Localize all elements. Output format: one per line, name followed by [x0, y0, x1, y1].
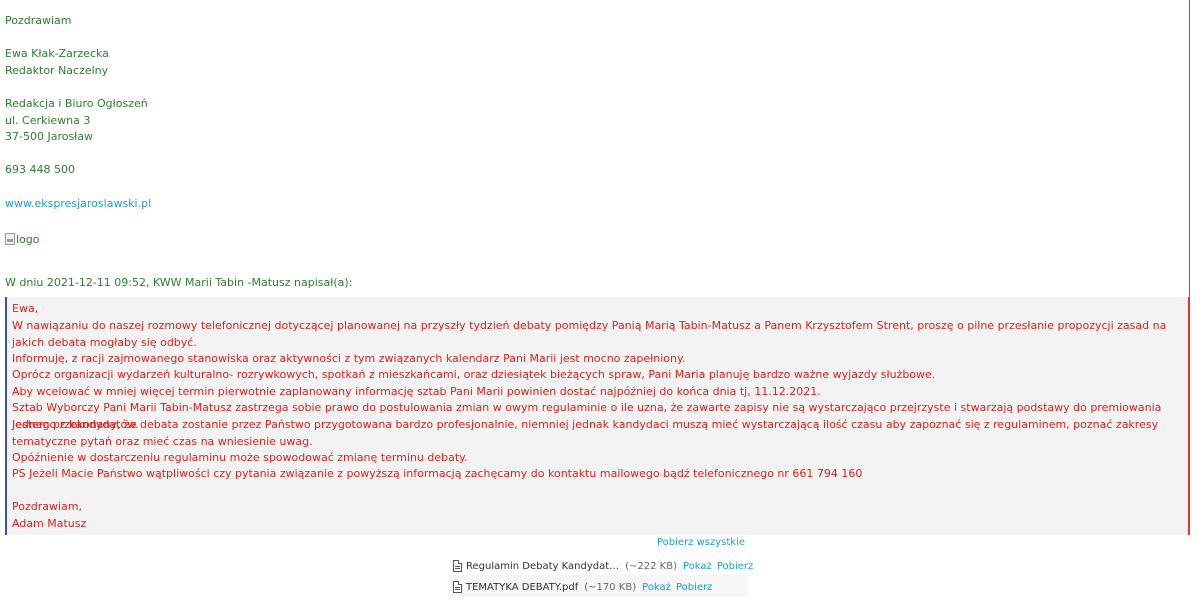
signature-office: Redakcja i Biuro Ogłoszeń: [5, 97, 148, 110]
attachment-preview-link[interactable]: Pokaż: [683, 561, 712, 572]
signature-position: Redaktor Naczelny: [5, 64, 109, 77]
quote-line: Adam Matusz: [12, 517, 87, 530]
quote-line: Oprócz organizacji wydarzeń kulturalno- …: [12, 368, 936, 381]
quote-line: Ewa,: [12, 302, 39, 315]
quote-line: Pozdrawiam,: [12, 500, 82, 513]
quoted-message: Ewa, W nawiązaniu do naszej rozmowy tele…: [5, 297, 1189, 535]
attachment-item: Regulamin Debaty Kandydat… (~222 KB) Pok…: [450, 556, 753, 576]
logo-alt-text: logo: [16, 232, 40, 246]
attachment-preview-link[interactable]: Pokaż: [642, 582, 671, 593]
message-body: Pozdrawiam Ewa Kłak-Zarzecka Redaktor Na…: [0, 0, 1190, 535]
attachment-name[interactable]: TEMATYKA DEBATY.pdf: [466, 582, 578, 593]
signature-website-link[interactable]: www.ekspresjaroslawski.pl: [5, 197, 151, 211]
signature-street: ul. Cerkiewna 3: [5, 114, 91, 127]
mail-viewer: Pozdrawiam Ewa Kłak-Zarzecka Redaktor Na…: [0, 0, 1200, 612]
quote-line: W nawiązaniu do naszej rozmowy telefonic…: [12, 319, 1167, 349]
quote-line: Opóźnienie w dostarczeniu regulaminu moż…: [12, 451, 468, 464]
signature-phone: 693 448 500: [5, 163, 75, 176]
quote-line: Informuję, z racji zajmowanego stanowisk…: [12, 352, 686, 365]
quote-line: Jestem przekonany, że debata zostanie pr…: [12, 418, 1159, 448]
download-all-link[interactable]: Pobierz wszystkie: [657, 536, 745, 549]
file-icon: [453, 581, 462, 593]
attachment-download-link[interactable]: Pobierz: [676, 582, 712, 593]
broken-image-icon: [5, 233, 15, 245]
attachment-item: TEMATYKA DEBATY.pdf (~170 KB) Pokaż Pobi…: [450, 577, 712, 597]
signature-closing: Pozdrawiam: [5, 14, 72, 27]
attachment-download-link[interactable]: Pobierz: [717, 561, 753, 572]
quote-line: Aby wcelować w mniej więcej termin pierw…: [12, 385, 821, 398]
logo-image: logo: [5, 232, 40, 246]
signature-name: Ewa Kłak-Zarzecka: [5, 47, 109, 60]
attachment-name[interactable]: Regulamin Debaty Kandydat…: [466, 561, 619, 572]
quote-line: PS Jeżeli Macie Państwo wątpliwości czy …: [12, 467, 863, 480]
attachment-size: (~170 KB): [584, 581, 637, 593]
quote-header: W dniu 2021-12-11 09:52, KWW Marii Tabin…: [5, 276, 353, 289]
file-icon: [453, 560, 462, 572]
signature-city: 37-500 Jarosław: [5, 130, 94, 143]
attachment-size: (~222 KB): [625, 560, 678, 572]
